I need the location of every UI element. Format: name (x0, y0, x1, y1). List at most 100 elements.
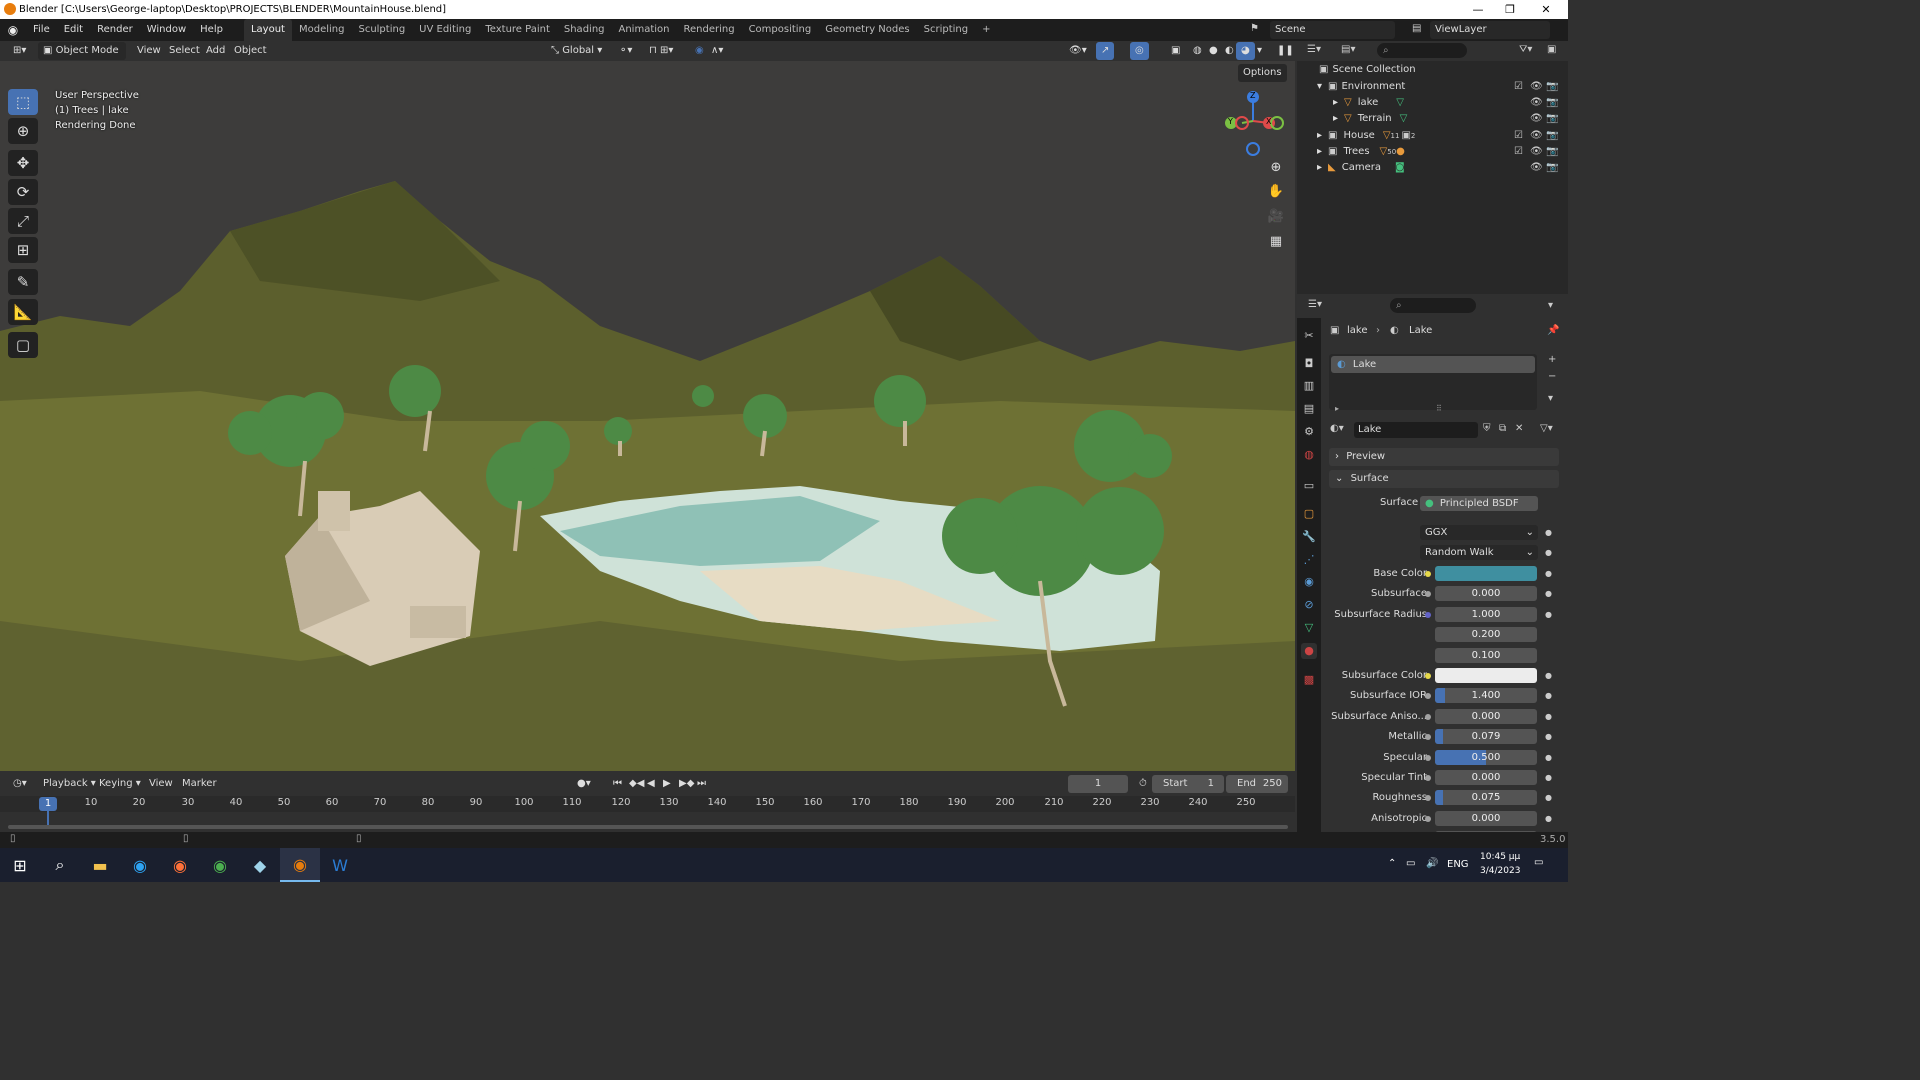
expand-arrow-icon[interactable]: ▸ (1317, 144, 1322, 160)
pan-hand-icon[interactable]: ✋ (1265, 181, 1287, 203)
socket-icon[interactable] (1425, 816, 1431, 822)
transform-icon[interactable]: ⊞ (8, 237, 38, 263)
shading-options-icon[interactable]: ▾ (1252, 42, 1267, 60)
properties-editor-icon[interactable]: ☰▾ (1308, 299, 1322, 310)
outliner-filter-icon[interactable]: ⛛▾ (1519, 44, 1532, 55)
exclude-checkbox[interactable]: ☑ (1514, 146, 1523, 157)
render-tab-icon[interactable]: ◘ (1301, 356, 1317, 372)
clock-time[interactable]: 10:45 μμ (1480, 852, 1520, 862)
keyframe-dot-icon[interactable]: ● (1545, 607, 1552, 623)
keyframe-dot-icon[interactable]: ● (1545, 770, 1552, 786)
view-layer-tab-icon[interactable]: ▤ (1301, 401, 1317, 417)
blender-menu-icon[interactable]: ◉ (0, 23, 26, 37)
keyframe-dot-icon[interactable]: ● (1545, 548, 1552, 557)
exclude-checkbox[interactable]: ☑ (1514, 81, 1523, 92)
scene-icon[interactable]: ⚑ (1250, 23, 1259, 34)
minimize-icon[interactable]: — (1460, 0, 1496, 19)
material-name-field[interactable]: Lake (1354, 422, 1478, 438)
menu-object[interactable]: Object (229, 42, 272, 60)
duplicate-material-icon[interactable]: ⧉ (1499, 423, 1506, 434)
menu-render[interactable]: Render (90, 19, 140, 41)
socket-icon[interactable] (1425, 612, 1431, 618)
tab-geometry-nodes[interactable]: Geometry Nodes (818, 19, 916, 41)
output-tab-icon[interactable]: ▥ (1301, 378, 1317, 394)
playhead[interactable]: 1 (39, 797, 57, 811)
world-tab-icon[interactable]: ◍ (1301, 447, 1317, 463)
scene-tab-icon[interactable]: ⚙ (1301, 424, 1317, 440)
outliner-row-lake[interactable]: ▸ ▽ lake ▽ (1333, 95, 1404, 111)
search-icon[interactable]: ⌕ (40, 848, 80, 882)
tab-texture-paint[interactable]: Texture Paint (478, 19, 557, 41)
socket-icon[interactable] (1425, 734, 1431, 740)
edge-icon[interactable]: ◉ (120, 848, 160, 882)
render-camera-icon[interactable]: 📷 (1546, 162, 1558, 173)
menu-marker[interactable]: Marker (177, 775, 222, 793)
tray-chevron-icon[interactable]: ⌃ (1388, 858, 1396, 869)
fake-user-icon[interactable]: ⛨ (1483, 423, 1491, 434)
outliner-row-trees[interactable]: ▸ ▣ Trees ▽ 50 ● (1317, 144, 1405, 160)
ortho-grid-icon[interactable]: ▦ (1265, 231, 1287, 253)
expand-arrow-icon[interactable]: ▸ (1333, 95, 1338, 111)
tab-compositing[interactable]: Compositing (742, 19, 819, 41)
blender-taskbar-icon[interactable]: ◉ (280, 848, 320, 882)
surface-shader-selector[interactable]: ● Principled BSDF (1420, 496, 1538, 511)
menu-keying[interactable]: Keying ▾ (94, 775, 146, 793)
preview-panel-header[interactable]: › Preview (1329, 448, 1559, 466)
render-camera-icon[interactable]: 📷 (1546, 146, 1558, 157)
current-frame-field[interactable]: 1 (1068, 775, 1128, 793)
network-icon[interactable]: ▭ (1406, 858, 1415, 869)
property-field[interactable] (1435, 566, 1537, 581)
eye-icon[interactable]: 👁 (1530, 113, 1543, 124)
render-camera-icon[interactable]: 📷 (1546, 97, 1558, 108)
modifier-tab-icon[interactable]: 🔧 (1301, 529, 1317, 545)
snap-icon[interactable]: ⊓ ⊞▾ (644, 42, 678, 60)
file-explorer-icon[interactable]: ▬ (80, 848, 120, 882)
rotate-icon[interactable]: ⟳ (8, 179, 38, 205)
subsurface-method-dropdown[interactable]: Random Walk ⌄ (1420, 545, 1538, 560)
eye-icon[interactable]: 👁 (1530, 162, 1543, 173)
keyframe-dot-icon[interactable]: ● (1545, 729, 1552, 745)
surface-panel-header[interactable]: ⌄ Surface (1329, 470, 1559, 488)
start-frame-field[interactable]: Start 1 (1152, 775, 1224, 793)
property-field[interactable]: 0.200 (1435, 627, 1537, 642)
keyframe-dot-icon[interactable]: ● (1545, 790, 1552, 806)
eye-icon[interactable]: 👁 (1530, 146, 1543, 157)
mode-selector[interactable]: ▣ Object Mode ▾ (38, 42, 126, 74)
property-field[interactable]: 0.000 (1435, 770, 1537, 785)
property-field[interactable]: 0.000 (1435, 586, 1537, 601)
clock-date[interactable]: 3/4/2023 (1480, 866, 1520, 876)
tab-shading[interactable]: Shading (557, 19, 612, 41)
end-frame-field[interactable]: End 250 (1226, 775, 1288, 793)
material-browse-icon[interactable]: ◐▾ (1330, 423, 1344, 434)
keyframe-dot-icon[interactable]: ● (1545, 688, 1552, 704)
tab-layout[interactable]: Layout (243, 19, 292, 41)
outliner-search-input[interactable]: ⌕ (1377, 43, 1467, 58)
select-box-icon[interactable]: ⬚ (8, 89, 38, 115)
render-camera-icon[interactable]: 📷 (1546, 130, 1558, 141)
slot-remove-icon[interactable]: − (1548, 371, 1556, 382)
zoom-icon[interactable]: ⊕ (1265, 157, 1287, 179)
xray-icon[interactable]: ▣ (1166, 42, 1185, 60)
auto-keying-icon[interactable]: ●▾ (572, 775, 596, 793)
tab-modeling[interactable]: Modeling (292, 19, 352, 41)
close-icon[interactable]: ✕ (1528, 0, 1564, 19)
outliner-row-camera[interactable]: ▸ ◣ Camera ◙ (1317, 160, 1405, 176)
socket-icon[interactable] (1425, 795, 1431, 801)
property-field[interactable]: 1.400 (1435, 688, 1537, 703)
menu-add[interactable]: Add (201, 42, 230, 60)
move-icon[interactable]: ✥ (8, 150, 38, 176)
socket-icon[interactable] (1425, 755, 1431, 761)
overlay-toggle-icon[interactable]: ◎ (1130, 42, 1149, 60)
slot-list-expand-icon[interactable]: ▸ (1335, 404, 1339, 413)
eye-icon[interactable]: 👁 (1530, 97, 1543, 108)
transform-orientation-selector[interactable]: ⤡ Global ▾ (546, 42, 607, 60)
property-field[interactable]: 0.000 (1435, 811, 1537, 826)
tab-uv-editing[interactable]: UV Editing (412, 19, 478, 41)
tool-tab-icon[interactable]: ✂ (1301, 328, 1317, 344)
socket-icon[interactable] (1425, 673, 1431, 679)
menu-help[interactable]: Help (193, 19, 230, 41)
windows-start-icon[interactable]: ⊞ (0, 848, 40, 882)
menu-window[interactable]: Window (140, 19, 193, 41)
timeline-scrollbar[interactable] (8, 825, 1288, 829)
outliner-display-icon[interactable]: ▤▾ (1341, 44, 1355, 55)
